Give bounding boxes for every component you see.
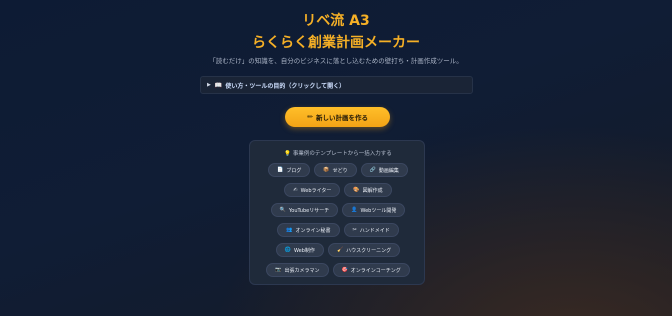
template-row: 📷 出張カメラマン 🎯 オンラインコーチング	[250, 263, 426, 277]
template-chip-label: 図解作成	[362, 187, 383, 194]
triangle-right-icon: ▶	[207, 82, 211, 88]
template-chip-label: ブログ	[286, 167, 302, 174]
app-title-line1: リベ流 A3	[302, 13, 370, 29]
template-chip-icon: ✂	[352, 227, 357, 233]
usage-details-label: 使い方・ツールの目的（クリックして開く）	[225, 82, 346, 90]
template-panel: 💡 事業例のテンプレートから一括入力する 📄 ブログ 📦 せどり 🔗 動画編集 ✍ Webライ…	[249, 140, 425, 285]
template-chip[interactable]: ✍ Webライター	[284, 183, 341, 197]
new-plan-button[interactable]: ✏ 新しい計画を作る	[285, 107, 390, 127]
template-chip-label: オンラインコーチング	[350, 267, 401, 274]
template-chip-label: ハウスクリーニング	[346, 247, 392, 254]
book-icon: 📖	[214, 81, 223, 89]
template-chip-icon: 🧹	[336, 247, 344, 253]
template-row: 🌐 Web制作 🧹 ハウスクリーニング	[250, 243, 426, 257]
template-chip-label: Web制作	[294, 247, 315, 254]
template-chip[interactable]: 🌐 Web制作	[275, 243, 324, 257]
template-chip-icon: 👥	[286, 227, 293, 233]
template-chip[interactable]: 🔍 YouTubeリサーチ	[270, 203, 339, 217]
template-chip-label: YouTubeリサーチ	[288, 207, 330, 214]
template-chip-label: 出張カメラマン	[284, 267, 320, 274]
template-chip-icon: 🔍	[279, 207, 286, 213]
template-chip-icon: 🔗	[369, 167, 376, 173]
template-chip-label: 動画編集	[378, 167, 399, 174]
template-chip-icon: 🎯	[341, 267, 348, 273]
template-row: 📄 ブログ 📦 せどり 🔗 動画編集	[250, 163, 426, 177]
template-chip-icon: 📄	[277, 167, 284, 173]
pencil-icon: ✏	[307, 113, 313, 121]
template-chip-icon: 📷	[275, 267, 282, 273]
template-panel-title: 💡 事業例のテンプレートから一括入力する	[284, 151, 392, 157]
template-chip[interactable]: 📷 出張カメラマン	[266, 263, 329, 277]
template-chip-label: オンライン秘書	[295, 227, 331, 234]
template-chip-icon: 🌐	[284, 247, 292, 253]
template-chip[interactable]: 🧹 ハウスクリーニング	[327, 243, 401, 257]
template-chip-icon: 👤	[351, 207, 358, 213]
template-chip-icon: ✍	[293, 187, 298, 193]
app-title-line2: らくらく創業計画メーカー	[252, 35, 420, 51]
page: リベ流 A3 らくらく創業計画メーカー 「読むだけ」の知識を、自分のビジネスに落…	[0, 0, 672, 316]
new-plan-label: 新しい計画を作る	[315, 114, 368, 122]
template-row: ✍ Webライター 🎨 図解作成	[250, 183, 426, 197]
template-chip[interactable]: 📦 せどり	[314, 163, 357, 177]
template-row: 🔍 YouTubeリサーチ 👤 Webツール開発	[250, 203, 426, 217]
template-chip[interactable]: 📄 ブログ	[268, 163, 311, 177]
template-chip-label: Webライター	[300, 187, 332, 194]
template-chip-label: ハンドメイド	[359, 227, 390, 234]
template-chip[interactable]: 🔗 動画編集	[360, 163, 408, 177]
template-chip[interactable]: 🎯 オンラインコーチング	[332, 263, 410, 277]
template-chip-label: Webツール開発	[360, 207, 397, 214]
lightbulb-icon: 💡	[284, 151, 292, 157]
template-chip-icon: 📦	[323, 167, 330, 173]
template-chip[interactable]: ✂ ハンドメイド	[343, 223, 399, 237]
template-chip[interactable]: 👤 Webツール開発	[342, 203, 406, 217]
app-subtitle: 「読むだけ」の知識を、自分のビジネスに落とし込むための壁打ち・計画作成ツール。	[209, 57, 463, 65]
template-row: 👥 オンライン秘書 ✂ ハンドメイド	[250, 223, 426, 237]
template-chip-label: せどり	[332, 167, 348, 174]
template-chip-icon: 🎨	[353, 187, 360, 193]
template-chip[interactable]: 👥 オンライン秘書	[277, 223, 340, 237]
template-chip[interactable]: 🎨 図解作成	[344, 183, 392, 197]
usage-details-toggle[interactable]: ▶ 📖 使い方・ツールの目的（クリックして開く）	[200, 76, 473, 94]
